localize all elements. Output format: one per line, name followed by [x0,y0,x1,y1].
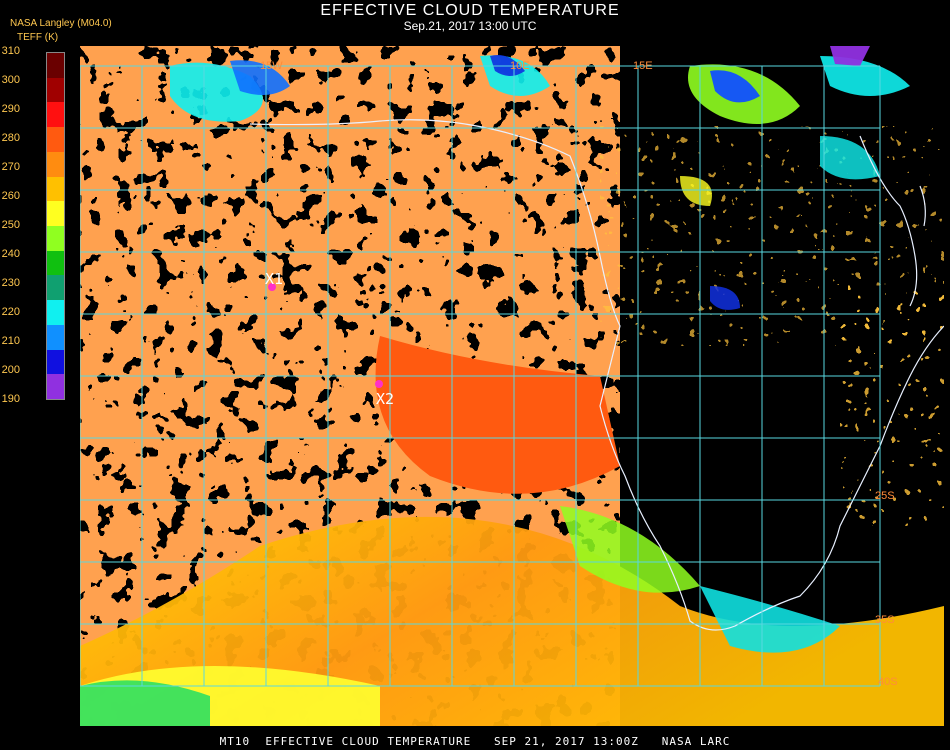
color-scale-segment [47,324,64,351]
lat-label-35s: 35S [875,614,895,626]
lon-label-10e: 10E [510,60,530,72]
color-scale-segment [47,176,64,202]
page-subtitle: Sep.21, 2017 13:00 UTC [403,19,537,33]
color-scale-segment [47,250,64,276]
color-scale-segment [47,102,64,128]
color-scale-segment [47,151,64,178]
organization-label: NASA Langley (M04.0) [10,18,112,29]
marker-x1-label: X1 [265,270,283,288]
color-scale-segment [47,201,64,227]
color-scale-segment [47,275,64,301]
color-scale-label: 220 [1,306,20,318]
color-scale-label: 250 [1,219,20,231]
lon-label-15e: 15E [633,60,653,72]
satellite-map[interactable]: 15W 10E 15E 25S 35S 40S X1 X2 [80,46,944,726]
color-scale-segment [47,300,64,326]
color-scale-label: 240 [1,248,20,260]
color-scale-label: 280 [1,132,20,144]
color-scale-label: 310 [1,45,20,57]
page-title: EFFECTIVE CLOUD TEMPERATURE [320,2,620,19]
color-scale-label: 290 [1,103,20,115]
marker-x2-dot[interactable] [375,380,383,388]
color-scale-segment [47,53,64,79]
marker-x2-label: X2 [376,390,394,408]
units-label: TEFF (K) [17,32,59,43]
color-scale-segment [47,127,64,153]
color-scale-label: 300 [1,74,20,86]
color-scale-label: 200 [1,364,20,376]
color-scale-bar [46,52,65,400]
color-scale-label: 260 [1,190,20,202]
color-scale-label: 210 [1,335,20,347]
color-scale-label: 190 [1,393,20,405]
lon-label-15w: 15W [260,60,283,72]
lat-label-25s: 25S [875,490,895,502]
color-scale-segment [47,349,64,375]
color-scale-label: 230 [1,277,20,289]
color-scale-segment [47,77,64,103]
color-scale-label: 270 [1,161,20,173]
color-scale-segment [47,374,64,400]
lat-label-40s: 40S [878,676,898,688]
map-canvas[interactable]: 15W 10E 15E 25S 35S 40S X1 X2 [80,46,944,726]
footer-caption: MT10 EFFECTIVE CLOUD TEMPERATURE SEP 21,… [219,735,731,748]
color-scale-segment [47,226,64,252]
